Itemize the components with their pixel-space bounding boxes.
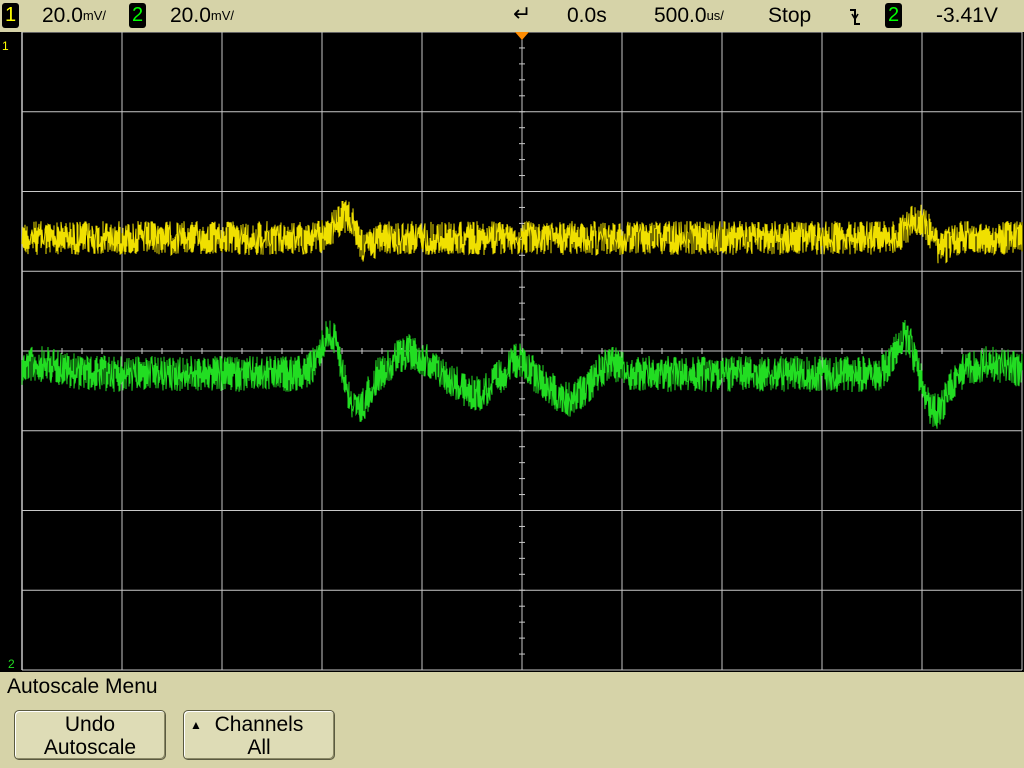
channel-2-badge[interactable]: 2: [129, 3, 147, 28]
trigger-level: -3.41V: [936, 4, 998, 27]
waveform-display[interactable]: 1 2: [0, 32, 1024, 672]
time-base: 500.0us/: [654, 0, 724, 32]
status-bar: 1 20.0mV/ 2 20.0mV/ ↵ 0.0s 500.0us/ Stop…: [0, 0, 1024, 32]
channel-2-scale: 20.0mV/: [170, 0, 234, 32]
channel-1-scale: 20.0mV/: [42, 0, 106, 32]
channel-1-ground-marker: 1: [2, 39, 9, 53]
channel-1-badge[interactable]: 1: [2, 3, 20, 28]
channels-all-button[interactable]: ▲ Channels All: [183, 710, 335, 760]
channel-2-scale-value: 20.0: [170, 4, 211, 27]
trigger-position-marker: [515, 32, 529, 40]
undo-autoscale-label-2: Autoscale: [43, 736, 137, 759]
falling-edge-icon: [848, 0, 862, 32]
channel-2-ground-marker: 2: [8, 657, 15, 671]
time-delay: 0.0s: [567, 4, 607, 27]
time-base-unit: us/: [706, 8, 724, 23]
softkey-menu: Autoscale Menu Undo Autoscale ▲ Channels…: [0, 672, 1024, 768]
menu-title: Autoscale Menu: [7, 675, 158, 698]
channels-label-1: Channels: [214, 713, 304, 736]
undo-autoscale-button[interactable]: Undo Autoscale: [14, 710, 166, 760]
trigger-position-icon: ↵: [513, 1, 532, 26]
time-base-value: 500.0: [654, 4, 707, 27]
caret-up-icon: ▲: [190, 718, 202, 732]
run-state: Stop: [768, 4, 812, 27]
channel-1-scale-unit: mV/: [82, 8, 106, 23]
channel-1-scale-value: 20.0: [42, 4, 83, 27]
undo-autoscale-label-1: Undo: [64, 713, 116, 736]
trigger-channel-badge[interactable]: 2: [885, 3, 903, 28]
channel-2-scale-unit: mV/: [210, 8, 234, 23]
channels-label-2: All: [247, 736, 271, 759]
waveform-canvas: 1 2: [2, 32, 1023, 671]
